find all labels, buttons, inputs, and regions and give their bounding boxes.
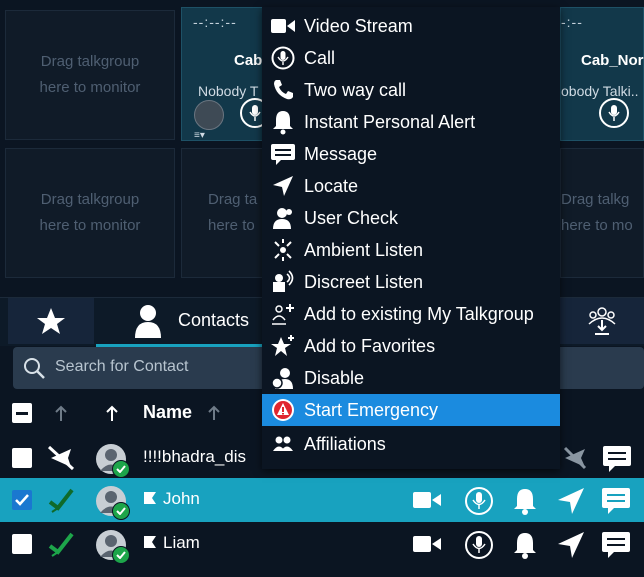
phone-icon xyxy=(274,80,293,100)
microphone-icon xyxy=(608,105,620,121)
avatar xyxy=(96,530,130,564)
airplane-mode-icon xyxy=(47,445,75,471)
contact-context-menu: Video Stream Call Two way call Instant P… xyxy=(262,7,560,469)
menu-item-discreet-listen[interactable]: Discreet Listen xyxy=(262,266,560,298)
online-check-icon xyxy=(112,460,130,478)
monitor-talkgroup-cab[interactable]: --:--:-- Cab Nobody T ≡▾ xyxy=(181,7,270,141)
message-icon[interactable] xyxy=(600,486,632,516)
add-talkgroup-icon xyxy=(272,304,294,325)
talkgroup-time: -:-- xyxy=(561,14,583,30)
menu-item-user-check[interactable]: User Check xyxy=(262,202,560,234)
tab-favorites[interactable] xyxy=(8,298,94,344)
location-status-icon xyxy=(48,488,74,513)
mute-button[interactable] xyxy=(194,100,224,130)
row-checkbox-checked[interactable] xyxy=(12,490,32,510)
menu-item-ambient-listen[interactable]: Ambient Listen xyxy=(262,234,560,266)
sort-up-icon[interactable] xyxy=(207,405,221,421)
contact-name: Liam xyxy=(163,533,200,552)
menu-item-instant-personal-alert[interactable]: Instant Personal Alert xyxy=(262,106,560,138)
menu-item-message[interactable]: Message xyxy=(262,138,560,170)
talkgroup-status: obody Talki.. xyxy=(561,83,639,99)
flag-icon xyxy=(144,492,156,504)
video-icon xyxy=(271,19,295,33)
video-icon[interactable] xyxy=(412,490,442,510)
online-check-icon xyxy=(112,502,130,520)
contact-name: !!!!bhadra_dis xyxy=(143,447,247,466)
bell-icon[interactable] xyxy=(510,530,540,560)
menu-item-start-emergency[interactable]: Start Emergency xyxy=(262,394,560,426)
monitor-talkgroup-cab-north[interactable]: -:-- Cab_Nor obody Talki.. xyxy=(560,7,644,141)
avatar xyxy=(96,444,130,478)
bell-icon xyxy=(273,111,293,135)
menu-item-locate[interactable]: Locate xyxy=(262,170,560,202)
search-input[interactable]: Search for Contact xyxy=(55,358,188,376)
talkgroup-name: Cab xyxy=(234,52,263,69)
monitor-slot-5[interactable]: Drag ta here to xyxy=(181,148,263,278)
search-icon xyxy=(24,358,45,379)
flag-icon xyxy=(144,536,156,548)
monitor-slot-4[interactable]: Drag talkgroup here to monitor xyxy=(5,148,175,278)
emergency-icon xyxy=(272,399,294,421)
drag-hint: Drag talkg here to mo xyxy=(561,191,633,234)
menu-item-affiliations[interactable]: Affiliations xyxy=(262,428,560,460)
tab-contacts[interactable]: Contacts xyxy=(96,298,262,347)
microphone-icon[interactable] xyxy=(464,486,494,516)
microphone-icon xyxy=(271,46,295,70)
menu-item-call[interactable]: Call xyxy=(262,42,560,74)
menu-item-add-to-favorites[interactable]: Add to Favorites xyxy=(262,330,560,362)
avatar xyxy=(96,486,130,520)
message-icon xyxy=(271,144,295,165)
message-icon[interactable] xyxy=(601,444,633,472)
locate-arrow-icon[interactable] xyxy=(556,530,586,560)
talkgroup-status: Nobody T xyxy=(198,83,259,99)
ptt-button[interactable] xyxy=(599,98,629,128)
microphone-icon xyxy=(249,105,261,121)
drag-hint: Drag ta here to xyxy=(208,191,258,234)
locate-arrow-icon[interactable] xyxy=(556,486,586,516)
sort-up-icon[interactable] xyxy=(104,404,120,422)
monitor-slot-6[interactable]: Drag talkg here to mo xyxy=(560,148,644,278)
locate-disabled-icon xyxy=(563,446,587,470)
row-checkbox[interactable] xyxy=(12,534,32,554)
star-icon xyxy=(37,308,65,334)
menu-item-two-way-call[interactable]: Two way call xyxy=(262,74,560,106)
message-icon[interactable] xyxy=(600,530,632,560)
menu-item-disable[interactable]: Disable xyxy=(262,362,560,394)
video-icon[interactable] xyxy=(412,534,442,554)
drag-hint: Drag talkgroup here to monitor xyxy=(39,191,141,234)
drag-hint: Drag talkgroup here to monitor xyxy=(39,53,141,96)
disable-user-icon xyxy=(271,368,293,389)
group-download-icon xyxy=(588,307,616,335)
sort-up-icon[interactable] xyxy=(53,404,69,422)
affiliations-icon xyxy=(273,436,293,451)
ambient-listen-icon xyxy=(274,239,292,261)
online-check-icon xyxy=(112,546,130,564)
tab-groups[interactable] xyxy=(560,298,644,344)
star-plus-icon xyxy=(271,335,294,356)
location-status-icon xyxy=(48,532,74,557)
contact-row[interactable]: Liam xyxy=(0,522,644,566)
talkgroup-name: Cab_Nor xyxy=(581,52,644,69)
row-checkbox[interactable] xyxy=(12,448,32,468)
discreet-listen-icon xyxy=(273,270,294,292)
monitor-slot-1[interactable]: Drag talkgroup here to monitor xyxy=(5,10,175,140)
name-column-header[interactable]: Name xyxy=(143,402,192,423)
select-all-checkbox[interactable] xyxy=(12,403,32,423)
talkgroup-options-icon[interactable]: ≡▾ xyxy=(194,130,205,141)
tab-contacts-label: Contacts xyxy=(178,310,250,330)
contact-name: John xyxy=(163,489,200,508)
locate-arrow-icon xyxy=(273,176,293,196)
contact-row-selected[interactable]: John xyxy=(0,478,644,522)
user-check-icon xyxy=(273,208,292,229)
microphone-icon[interactable] xyxy=(464,530,494,560)
menu-item-add-to-talkgroup[interactable]: Add to existing My Talkgroup xyxy=(262,298,560,330)
talkgroup-time: --:--:-- xyxy=(193,14,237,30)
bell-icon[interactable] xyxy=(510,486,540,516)
menu-item-video-stream[interactable]: Video Stream xyxy=(262,10,560,42)
person-icon xyxy=(135,305,161,338)
